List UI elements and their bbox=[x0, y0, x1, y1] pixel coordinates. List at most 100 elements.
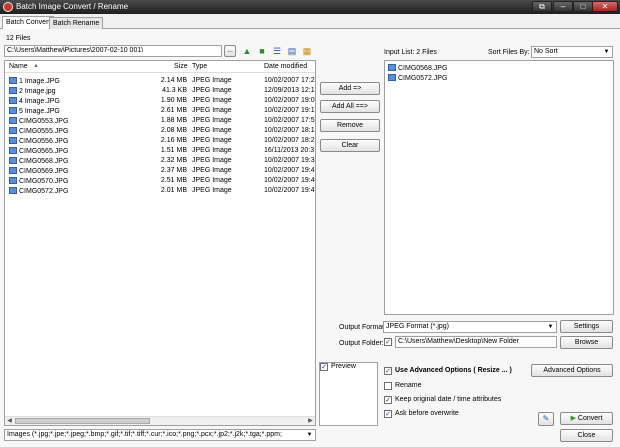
close-window-button[interactable]: ✕ bbox=[592, 1, 618, 12]
use-advanced-label: Use Advanced Options ( Resize ... ) bbox=[395, 367, 512, 374]
chevron-down-icon: ▼ bbox=[603, 49, 610, 55]
file-type-cell: JPEG Image bbox=[192, 177, 232, 184]
file-name-text: CIMG0556.JPG bbox=[19, 138, 69, 145]
folder-path-input[interactable]: C:\Users\Matthew\Pictures\2007-02-10 001… bbox=[4, 45, 222, 57]
file-name-text: CIMG0570.JPG bbox=[19, 178, 69, 185]
preview-checkbox[interactable]: ✓ bbox=[320, 363, 328, 371]
file-date-cell: 10/02/2007 18:1 bbox=[264, 127, 315, 134]
file-name-cell: CIMG0570.JPG bbox=[9, 177, 68, 185]
file-size-cell: 2.08 MB bbox=[160, 127, 187, 134]
file-type-cell: JPEG Image bbox=[192, 97, 232, 104]
table-row[interactable]: 4 Image.JPG 1.90 MB JPEG Image 10/02/2007 1… bbox=[5, 96, 315, 106]
table-row[interactable]: 2 Image.jpg 41.3 KB JPEG Image 12/09/2013 1… bbox=[5, 86, 315, 96]
table-row[interactable]: CIMG0556.JPG 2.16 MB JPEG Image 10/02/2007 … bbox=[5, 136, 315, 146]
input-file-name: CIMG0568.JPG bbox=[398, 65, 448, 72]
convert-button[interactable]: ▶ Convert bbox=[560, 412, 613, 425]
file-size-cell: 2.32 MB bbox=[160, 157, 187, 164]
file-name-cell: 1 Image.JPG bbox=[9, 77, 60, 85]
play-icon: ▶ bbox=[570, 415, 576, 422]
image-file-icon bbox=[9, 117, 17, 124]
add-button[interactable]: Add => bbox=[320, 82, 380, 95]
file-type-cell: JPEG Image bbox=[192, 137, 232, 144]
column-name[interactable]: Name bbox=[9, 63, 28, 70]
table-row[interactable]: CIMG0555.JPG 2.08 MB JPEG Image 10/02/2007 … bbox=[5, 126, 315, 136]
table-row[interactable]: CIMG0565.JPG 1.51 MB JPEG Image 16/11/2013 … bbox=[5, 146, 315, 156]
window-title: Batch Image Convert / Rename bbox=[16, 2, 129, 11]
file-type-cell: JPEG Image bbox=[192, 167, 232, 174]
file-type-cell: JPEG Image bbox=[192, 187, 232, 194]
remove-button[interactable]: Remove bbox=[320, 119, 380, 132]
keep-date-checkbox[interactable]: ✓ bbox=[384, 396, 392, 404]
thumbnail-view-icon[interactable]: ▦ bbox=[301, 45, 313, 57]
sort-label: Sort Files By: bbox=[488, 49, 530, 56]
list-item[interactable]: CIMG0572.JPG bbox=[385, 73, 613, 83]
output-folder-checkbox[interactable]: ✓ bbox=[384, 338, 392, 346]
file-size-cell: 41.3 KB bbox=[162, 87, 187, 94]
advanced-options-button[interactable]: Advanced Options bbox=[531, 364, 613, 377]
column-type[interactable]: Type bbox=[192, 63, 207, 70]
file-type-cell: JPEG Image bbox=[192, 127, 232, 134]
rename-checkbox[interactable] bbox=[384, 382, 392, 390]
file-name-text: 2 Image.jpg bbox=[19, 88, 56, 95]
table-row[interactable]: CIMG0570.JPG 2.51 MB JPEG Image 10/02/2007 … bbox=[5, 176, 315, 186]
file-date-cell: 10/02/2007 19:0 bbox=[264, 97, 315, 104]
browse-folder-button[interactable]: ... bbox=[224, 45, 236, 57]
output-folder-label: Output Folder: bbox=[339, 340, 384, 347]
ask-overwrite-checkbox[interactable]: ✓ bbox=[384, 410, 392, 418]
browse-button[interactable]: Browse bbox=[560, 336, 613, 349]
restore-icon[interactable]: ⧉ bbox=[532, 1, 552, 12]
sort-select[interactable]: No Sort ▼ bbox=[531, 46, 613, 58]
tab-batch-rename[interactable]: Batch Rename bbox=[49, 17, 104, 29]
details-view-icon[interactable]: ▤ bbox=[286, 45, 298, 57]
file-list-scrollbar[interactable]: ◀ ▶ bbox=[5, 416, 315, 425]
image-file-icon bbox=[9, 157, 17, 164]
image-file-icon bbox=[9, 187, 17, 194]
image-file-icon bbox=[9, 77, 17, 84]
column-date[interactable]: Date modified bbox=[264, 63, 307, 70]
input-file-name: CIMG0572.JPG bbox=[398, 75, 448, 82]
minimize-button[interactable]: ‒ bbox=[553, 1, 573, 12]
table-row[interactable]: 5 Image.JPG 2.61 MB JPEG Image 10/02/2007 1… bbox=[5, 106, 315, 116]
table-row[interactable]: CIMG0569.JPG 2.37 MB JPEG Image 10/02/2007 … bbox=[5, 166, 315, 176]
scroll-right-icon[interactable]: ▶ bbox=[306, 417, 315, 425]
help-icon[interactable]: ✎ bbox=[538, 412, 554, 426]
table-row[interactable]: CIMG0553.JPG 1.88 MB JPEG Image 10/02/2007 … bbox=[5, 116, 315, 126]
table-row[interactable]: 1 Image.JPG 2.14 MB JPEG Image 10/02/2007 1… bbox=[5, 76, 315, 86]
tab-batch-convert[interactable]: Batch Convert bbox=[2, 16, 55, 29]
file-date-cell: 10/02/2007 19:4 bbox=[264, 187, 315, 194]
folder-up-icon[interactable]: ▲ bbox=[241, 45, 253, 57]
input-list[interactable]: CIMG0568.JPG CIMG0572.JPG bbox=[384, 60, 614, 315]
maximize-button[interactable]: □ bbox=[573, 1, 593, 12]
image-file-icon bbox=[9, 167, 17, 174]
table-row[interactable]: CIMG0568.JPG 2.32 MB JPEG Image 10/02/2007 … bbox=[5, 156, 315, 166]
close-button[interactable]: Close bbox=[560, 429, 613, 442]
file-size-cell: 2.16 MB bbox=[160, 137, 187, 144]
file-size-cell: 1.51 MB bbox=[160, 147, 187, 154]
table-row[interactable]: CIMG0572.JPG 2.01 MB JPEG Image 10/02/2007 … bbox=[5, 186, 315, 196]
add-all-button[interactable]: Add All ==> bbox=[320, 100, 380, 113]
file-name-cell: CIMG0569.JPG bbox=[9, 167, 68, 175]
clear-button[interactable]: Clear bbox=[320, 139, 380, 152]
scroll-left-icon[interactable]: ◀ bbox=[5, 417, 14, 425]
list-item[interactable]: CIMG0568.JPG bbox=[385, 63, 613, 73]
file-date-cell: 10/02/2007 17:5 bbox=[264, 117, 315, 124]
column-size[interactable]: Size bbox=[174, 63, 188, 70]
file-size-cell: 2.61 MB bbox=[160, 107, 187, 114]
file-list[interactable]: Name ▲ Size Type Date modified 1 Image.J… bbox=[4, 60, 316, 426]
file-type-filter[interactable]: Images (*.jpg;*.jpe;*.jpeg;*.bmp;*.gif;*… bbox=[4, 429, 316, 441]
settings-button[interactable]: Settings bbox=[560, 320, 613, 333]
file-size-cell: 2.01 MB bbox=[160, 187, 187, 194]
new-folder-icon[interactable]: ■ bbox=[256, 45, 268, 57]
image-file-icon bbox=[9, 107, 17, 114]
output-folder-input[interactable]: C:\Users\Matthew\Desktop\New Folder bbox=[395, 336, 557, 348]
use-advanced-checkbox[interactable]: ✓ bbox=[384, 367, 392, 375]
file-type-cell: JPEG Image bbox=[192, 147, 232, 154]
tab-strip: Batch Convert Batch Rename bbox=[0, 15, 620, 29]
keep-date-label: Keep original date / time attributes bbox=[395, 396, 502, 403]
output-format-label: Output Format: bbox=[339, 324, 387, 331]
scroll-thumb[interactable] bbox=[15, 418, 150, 424]
file-name-cell: 4 Image.JPG bbox=[9, 97, 60, 105]
image-file-icon bbox=[388, 64, 396, 71]
list-view-icon[interactable]: ☰ bbox=[271, 45, 283, 57]
output-format-select[interactable]: JPEG Format (*.jpg) ▼ bbox=[383, 321, 557, 333]
